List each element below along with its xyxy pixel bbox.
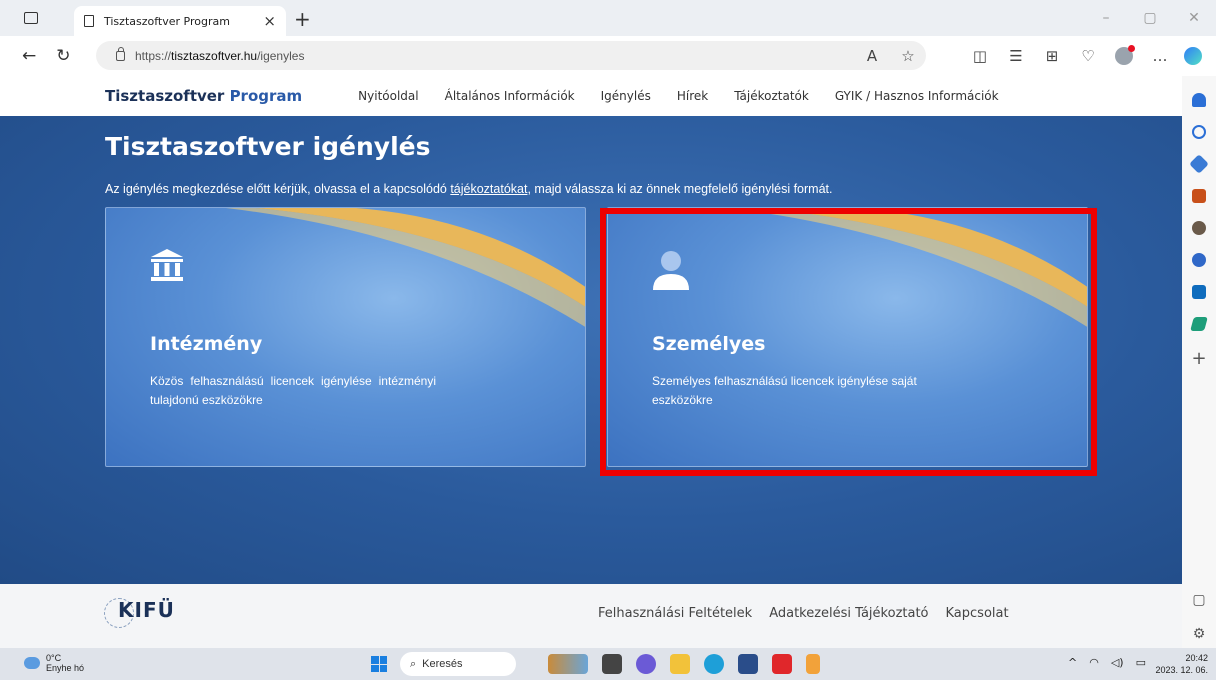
- menu-item-altalanos[interactable]: Általános Információk: [445, 89, 575, 103]
- site-brand-logo[interactable]: Tisztaszoftver Program: [105, 87, 302, 105]
- minimize-button[interactable]: –: [1084, 0, 1128, 36]
- menu-item-igenyles[interactable]: Igénylés: [601, 89, 651, 103]
- footer-link-contact[interactable]: Kapcsolat: [946, 606, 1009, 621]
- restore-button[interactable]: ▢: [1128, 0, 1172, 36]
- site-footer: KIFÜ Felhasználási Feltételek Adatkezelé…: [0, 584, 1182, 648]
- shopping-tag-icon[interactable]: [1189, 154, 1209, 174]
- battery-icon[interactable]: ▭: [1136, 656, 1146, 669]
- tools-briefcase-icon[interactable]: [1192, 189, 1206, 203]
- footer-link-terms[interactable]: Felhasználási Feltételek: [598, 606, 752, 621]
- address-bar-actions: A ☆: [854, 36, 926, 76]
- tab-actions-icon[interactable]: [24, 12, 38, 24]
- browser-essentials-icon[interactable]: ♡: [1070, 47, 1106, 65]
- add-sidebar-app-icon[interactable]: +: [1191, 348, 1206, 369]
- microsoft365-icon[interactable]: [1192, 253, 1206, 267]
- address-bar[interactable]: https://tisztaszoftver.hu/igenyles: [96, 41, 926, 70]
- menu-item-gyik[interactable]: GYIK / Hasznos Információk: [835, 89, 999, 103]
- sidebar-bottom: ▢ ⚙: [1192, 592, 1205, 642]
- brand-accent-text: Program: [229, 87, 303, 105]
- taskbar-search[interactable]: ⌕ Keresés: [400, 652, 516, 676]
- search-icon[interactable]: [1192, 125, 1206, 139]
- back-arrow-icon[interactable]: ←: [22, 46, 36, 66]
- main-menu: Nyitóoldal Általános Információk Igénylé…: [358, 89, 998, 103]
- kifu-logo[interactable]: KIFÜ: [118, 598, 175, 622]
- more-options-icon[interactable]: …: [1142, 47, 1178, 65]
- brand-text: Tisztaszoftver: [105, 87, 230, 105]
- weather-text: 0°C Enyhe hó: [46, 653, 84, 673]
- weather-cloud-icon: [24, 657, 40, 669]
- edge-sidebar: + ▢ ⚙: [1182, 76, 1216, 648]
- clock[interactable]: 20:42 2023. 12. 06.: [1155, 652, 1208, 676]
- volume-icon[interactable]: ◁): [1111, 656, 1124, 669]
- red-app-icon[interactable]: [772, 654, 792, 674]
- page-icon: [84, 15, 94, 27]
- address-toolbar: ← ↻ https://tisztaszoftver.hu/igenyles A…: [0, 36, 1216, 76]
- page-title: Tisztaszoftver igénylés: [105, 132, 431, 161]
- chat-icon[interactable]: [636, 654, 656, 674]
- read-aloud-icon[interactable]: A: [854, 47, 890, 65]
- close-tab-icon[interactable]: ×: [263, 12, 276, 30]
- outlook-icon[interactable]: [1192, 285, 1206, 299]
- sidebar-settings-icon[interactable]: ⚙: [1193, 626, 1206, 642]
- browser-tab-bar: Tisztaszoftver Program × + – ▢ ✕: [0, 0, 1216, 36]
- menu-item-tajekoztatok[interactable]: Tájékoztatók: [734, 89, 809, 103]
- tab-title: Tisztaszoftver Program: [104, 14, 230, 28]
- tray-chevron-up-icon[interactable]: ^: [1068, 656, 1077, 669]
- intro-text-start: Az igénylés megkezdése előtt kérjük, olv…: [105, 182, 451, 196]
- intro-text: Az igénylés megkezdése előtt kérjük, olv…: [105, 182, 832, 196]
- task-view-icon[interactable]: [602, 654, 622, 674]
- menu-item-nyitooldal[interactable]: Nyitóoldal: [358, 89, 418, 103]
- system-tray: ^ ◠ ◁) ▭: [1068, 656, 1146, 669]
- file-explorer-icon[interactable]: [670, 654, 690, 674]
- copilot-icon[interactable]: [1184, 47, 1202, 65]
- site-header: Tisztaszoftver Program Nyitóoldal Általá…: [0, 76, 1182, 116]
- close-window-button[interactable]: ✕: [1172, 0, 1216, 36]
- tajekoztatok-link[interactable]: tájékoztatókat: [450, 182, 527, 196]
- footer-link-privacy[interactable]: Adatkezelési Tájékoztató: [769, 606, 928, 621]
- institution-card[interactable]: Intézmény Közös felhasználású licencek i…: [105, 207, 586, 467]
- search-icon: ⌕: [410, 657, 417, 670]
- temperature: 0°C: [46, 653, 62, 663]
- new-tab-button[interactable]: +: [294, 7, 311, 31]
- collections-icon[interactable]: ⊞: [1034, 47, 1070, 65]
- institution-icon: [151, 249, 183, 281]
- windows-start-icon[interactable]: [371, 656, 387, 672]
- profile-avatar-icon[interactable]: [1115, 45, 1135, 65]
- paint-icon[interactable]: [806, 654, 820, 674]
- taskbar-search-label: Keresés: [422, 658, 463, 670]
- weather-widget[interactable]: 0°C Enyhe hó: [24, 653, 84, 673]
- wifi-icon[interactable]: ◠: [1089, 656, 1099, 669]
- store-icon[interactable]: [738, 654, 758, 674]
- drop-icon[interactable]: [1190, 317, 1208, 331]
- institution-card-description: Közös felhasználású licencek igénylése i…: [150, 374, 436, 407]
- browser-tab[interactable]: Tisztaszoftver Program ×: [74, 6, 286, 36]
- taskbar-apps: [548, 654, 820, 674]
- window-controls: – ▢ ✕: [1084, 0, 1216, 36]
- notification-bell-icon[interactable]: [1192, 93, 1206, 107]
- widget-app-icon[interactable]: [548, 654, 588, 674]
- url-prefix: https://: [135, 48, 172, 63]
- hide-sidebar-icon[interactable]: ▢: [1192, 592, 1205, 608]
- url-host: tisztaszoftver.hu: [171, 48, 258, 63]
- url-path: /igenyles: [257, 48, 305, 63]
- footer-links: Felhasználási Feltételek Adatkezelési Tá…: [598, 606, 1009, 621]
- edge-browser-icon[interactable]: [704, 654, 724, 674]
- clock-date: 2023. 12. 06.: [1155, 665, 1208, 675]
- refresh-icon[interactable]: ↻: [56, 46, 70, 66]
- games-icon[interactable]: [1192, 221, 1206, 235]
- weather-condition: Enyhe hó: [46, 663, 85, 673]
- toolbar-icons: ◫ ☰ ⊞ ♡ …: [962, 36, 1202, 76]
- intro-text-end: , majd válassza ki az önnek megfelelő ig…: [527, 182, 833, 196]
- favorite-star-icon[interactable]: ☆: [890, 47, 926, 65]
- favorites-icon[interactable]: ☰: [998, 47, 1034, 65]
- institution-card-title: Intézmény: [150, 333, 263, 355]
- split-screen-icon[interactable]: ◫: [962, 47, 998, 65]
- windows-taskbar: 0°C Enyhe hó ⌕ Keresés ^ ◠ ◁) ▭ 20:42 20…: [0, 648, 1216, 680]
- highlight-rectangle: [600, 208, 1097, 476]
- clock-time: 20:42: [1185, 653, 1208, 663]
- menu-item-hirek[interactable]: Hírek: [677, 89, 708, 103]
- lock-icon[interactable]: [116, 46, 125, 61]
